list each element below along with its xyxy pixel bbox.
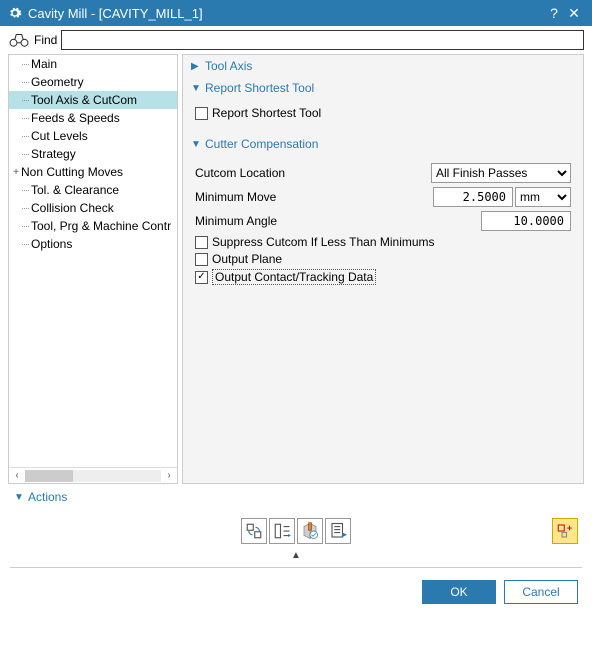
find-bar: Find: [0, 26, 592, 54]
tree-item[interactable]: ····Tool, Prg & Machine Contr: [9, 217, 177, 235]
chevron-down-icon: ▼: [191, 83, 203, 94]
cutcom-location-select[interactable]: All Finish Passes: [431, 163, 571, 183]
tree-item[interactable]: ····Collision Check: [9, 199, 177, 217]
chevron-down-icon: ▼: [191, 139, 203, 150]
scroll-right-icon[interactable]: ›: [163, 470, 175, 481]
section-title: Tool Axis: [205, 59, 252, 73]
section-title: Report Shortest Tool: [205, 81, 314, 95]
minimum-angle-input[interactable]: [481, 211, 571, 231]
cutcom-location-label: Cutcom Location: [195, 166, 431, 180]
find-label: Find: [34, 33, 57, 47]
scroll-left-icon[interactable]: ‹: [11, 470, 23, 481]
tree-item[interactable]: ····Main: [9, 55, 177, 73]
help-button[interactable]: ?: [544, 5, 564, 21]
tree-item[interactable]: ····Geometry: [9, 73, 177, 91]
nav-tree: ····Main····Geometry····Tool Axis & CutC…: [8, 54, 178, 484]
tree-item[interactable]: +Non Cutting Moves: [9, 163, 177, 181]
minimum-move-unit-select[interactable]: mm: [515, 187, 571, 207]
action-generate-button[interactable]: [241, 518, 267, 544]
output-plane-checkbox[interactable]: Output Plane: [195, 252, 571, 266]
content-panel: ▶ Tool Axis ▼ Report Shortest Tool Repor…: [182, 54, 584, 484]
actions-toolbar: [0, 510, 592, 548]
close-button[interactable]: ✕: [564, 5, 584, 22]
minimum-move-label: Minimum Move: [195, 190, 433, 204]
section-actions[interactable]: ▼ Actions: [0, 484, 592, 510]
tree-item[interactable]: ····Cut Levels: [9, 127, 177, 145]
suppress-cutcom-checkbox[interactable]: Suppress Cutcom If Less Than Minimums: [195, 235, 571, 249]
cancel-button[interactable]: Cancel: [504, 580, 578, 604]
tree-item[interactable]: ····Feeds & Speeds: [9, 109, 177, 127]
chevron-right-icon: ▶: [191, 61, 203, 72]
section-tool-axis[interactable]: ▶ Tool Axis: [183, 55, 583, 77]
window-title: Cavity Mill - [CAVITY_MILL_1]: [28, 6, 544, 21]
section-report-shortest-tool[interactable]: ▼ Report Shortest Tool: [183, 77, 583, 99]
tree-item[interactable]: ····Options: [9, 235, 177, 253]
minimum-move-input[interactable]: [433, 187, 513, 207]
report-shortest-tool-checkbox[interactable]: Report Shortest Tool: [195, 106, 571, 120]
action-highlight-button[interactable]: [552, 518, 578, 544]
find-input[interactable]: [61, 30, 584, 50]
action-verify-button[interactable]: [297, 518, 323, 544]
chevron-down-icon: ▼: [14, 492, 26, 503]
gear-icon: [8, 6, 22, 20]
title-bar: Cavity Mill - [CAVITY_MILL_1] ? ✕: [0, 0, 592, 26]
dialog-buttons: OK Cancel: [0, 572, 592, 612]
section-title: Actions: [28, 490, 67, 504]
binoculars-icon: [8, 31, 30, 49]
action-list-button[interactable]: [325, 518, 351, 544]
minimum-angle-label: Minimum Angle: [195, 214, 481, 228]
tree-item[interactable]: ····Tool Axis & CutCom: [9, 91, 177, 109]
tree-item[interactable]: ····Strategy: [9, 145, 177, 163]
collapse-handle[interactable]: ▲: [0, 548, 592, 563]
tree-item[interactable]: ····Tol. & Clearance: [9, 181, 177, 199]
action-replay-button[interactable]: [269, 518, 295, 544]
output-contact-tracking-checkbox[interactable]: Output Contact/Tracking Data: [195, 269, 571, 285]
ok-button[interactable]: OK: [422, 580, 496, 604]
section-cutter-compensation[interactable]: ▼ Cutter Compensation: [183, 133, 583, 155]
divider: [10, 567, 582, 568]
tree-horizontal-scrollbar[interactable]: ‹ ›: [9, 467, 177, 483]
section-title: Cutter Compensation: [205, 137, 318, 151]
